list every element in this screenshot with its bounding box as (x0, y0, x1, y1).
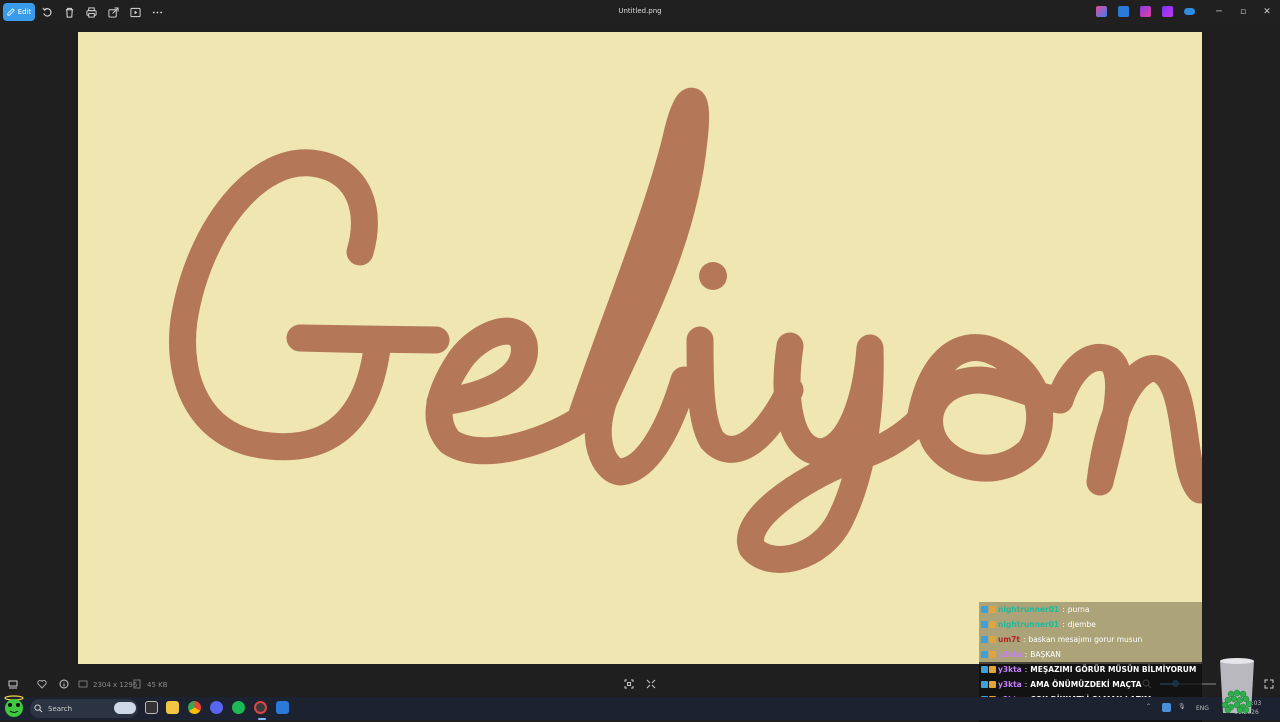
chat-message: um7t: baskan mesajımı gorur musun (979, 632, 1202, 647)
delete-icon (65, 7, 73, 18)
handwriting-geliyom-image (169, 87, 1202, 573)
photos-edit-icon[interactable] (1118, 6, 1129, 17)
language-indicator[interactable]: ENG (1196, 705, 1209, 712)
chat-message: nightrunner01: djembe (979, 617, 1202, 632)
search-highlight-image (114, 702, 136, 714)
share-icon (107, 6, 119, 18)
filmstrip-icon (8, 680, 18, 689)
chat-message: y3kta: MEŞAZIMI GÖRÜR MÜSÜN BİLMİYORUM (979, 662, 1202, 677)
spotify-icon[interactable] (232, 701, 245, 714)
file-info-button[interactable] (57, 677, 71, 691)
badge-icon (981, 636, 988, 643)
chat-text: baskan mesajımı gorur musun (1028, 635, 1143, 644)
edit-button-label: Edit (17, 8, 32, 16)
onedrive-icon[interactable] (1184, 8, 1195, 15)
badge-icon (981, 651, 988, 658)
badge-icon (989, 681, 996, 688)
chat-separator: : (1024, 680, 1028, 689)
chat-username: um7t (998, 635, 1020, 644)
badge-icon (989, 636, 996, 643)
window-title: Untitled.png (618, 7, 662, 15)
expand-icon (646, 679, 656, 689)
delete-button[interactable] (62, 5, 76, 19)
badge-icon (989, 651, 996, 658)
fullscreen-button[interactable] (1262, 677, 1276, 691)
maximize-button[interactable]: ▫ (1236, 5, 1250, 19)
tray-app-icon[interactable] (1162, 703, 1171, 712)
photos-app-icon[interactable] (276, 701, 289, 714)
image-dimensions: 2304 x 1296 (93, 681, 138, 689)
favorite-button[interactable] (35, 677, 49, 691)
badge-icon (989, 666, 996, 673)
more-button[interactable] (150, 5, 164, 19)
close-button[interactable]: ✕ (1260, 5, 1274, 19)
tray-overflow-icon[interactable]: ⌃ (1146, 703, 1151, 710)
filesize-icon (132, 677, 142, 691)
dimensions-icon (78, 677, 88, 691)
info-icon (59, 679, 69, 689)
edit-icon (7, 8, 15, 16)
more-icon (152, 11, 162, 13)
fit-to-window-button[interactable] (622, 677, 636, 691)
chat-message: y3kta: AMA ÖNÜMÜZDEKİ MAÇTA (979, 677, 1202, 692)
chat-text: purna (1067, 605, 1090, 614)
fullscreen-icon (1264, 679, 1274, 689)
print-button[interactable] (84, 5, 98, 19)
badge-icon (981, 606, 988, 613)
chat-username: y3kta (998, 650, 1022, 659)
clipchamp-icon[interactable] (1140, 6, 1151, 17)
share-button[interactable] (106, 5, 120, 19)
file-size: 45 KB (147, 681, 168, 689)
chat-separator: : (1024, 650, 1028, 659)
taskbar-search[interactable]: Search (30, 699, 138, 718)
chat-username: nightrunner01 (998, 620, 1060, 629)
chat-username: y3kta (998, 665, 1022, 674)
print-icon (85, 6, 97, 18)
badge-icon (981, 621, 988, 628)
task-view-icon[interactable] (145, 701, 158, 714)
cup-overlay-image (1220, 658, 1254, 714)
copilot-icon[interactable] (1096, 6, 1107, 17)
tray-mic-icon[interactable]: 🎙 (1178, 703, 1186, 710)
taskbar: Search ⌃ 🎙 ENG 18:03 01.2026 (0, 697, 1280, 720)
chat-text: AMA ÖNÜMÜZDEKİ MAÇTA (1030, 680, 1142, 689)
badge-icon (981, 666, 988, 673)
heart-icon (37, 679, 47, 689)
chat-separator: : (1022, 635, 1026, 644)
rotate-button[interactable] (40, 5, 54, 19)
actual-size-button[interactable] (644, 677, 658, 691)
designer-icon[interactable] (1162, 6, 1173, 17)
chat-username: nightrunner01 (998, 605, 1060, 614)
top-toolbar: Edit Untitled.png ─ ▫ ✕ (0, 0, 1280, 24)
chat-username: y3kta (998, 680, 1022, 689)
obs-icon[interactable] (254, 701, 267, 714)
chat-separator: : (1024, 665, 1028, 674)
chat-separator: : (1062, 605, 1065, 614)
chat-text: djembe (1067, 620, 1096, 629)
badge-icon (989, 621, 996, 628)
chrome-icon[interactable] (188, 701, 201, 714)
chat-message: y3kta: BAŞKAN (979, 647, 1202, 662)
filmstrip-button[interactable] (6, 677, 20, 691)
frog-emote-image (4, 695, 24, 717)
search-placeholder: Search (48, 704, 73, 713)
slideshow-button[interactable] (128, 5, 142, 19)
image-canvas (78, 32, 1202, 664)
slideshow-icon (129, 7, 141, 17)
discord-icon[interactable] (210, 701, 223, 714)
chat-message: nightrunner01: purna (979, 602, 1202, 617)
search-icon (34, 704, 43, 713)
chat-text: BAŞKAN (1030, 650, 1061, 659)
badge-icon (981, 681, 988, 688)
minimize-button[interactable]: ─ (1212, 5, 1226, 19)
rotate-icon (41, 7, 51, 17)
badge-icon (989, 606, 996, 613)
edit-button[interactable]: Edit (3, 3, 35, 21)
file-explorer-icon[interactable] (166, 701, 179, 714)
fit-window-icon (624, 679, 634, 689)
chat-text: MEŞAZIMI GÖRÜR MÜSÜN BİLMİYORUM (1030, 665, 1197, 674)
chat-separator: : (1062, 620, 1065, 629)
